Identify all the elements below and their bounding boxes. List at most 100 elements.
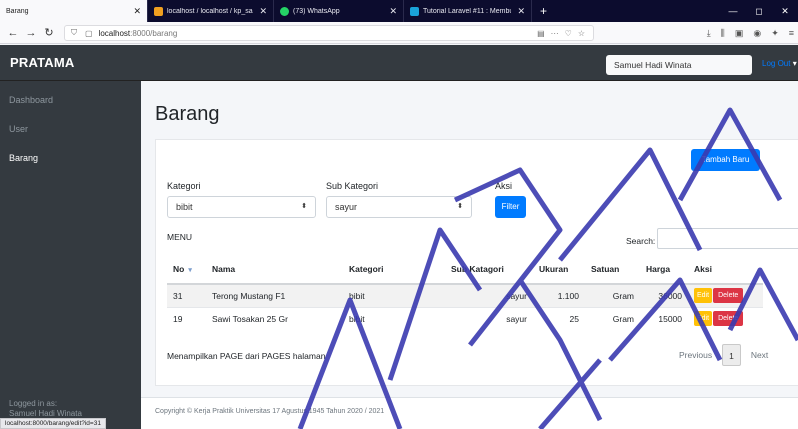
browser-toolbar: ← → ↻ ⌂ ⛉ ▢ localhost:8000/barang ▤ ··· … — [0, 22, 798, 44]
delete-button[interactable]: Delete — [713, 311, 744, 327]
barang-card: Tambah Baru Kategori Sub Kategori Aksi b… — [155, 139, 798, 386]
logged-in-label: Logged in as: — [9, 399, 58, 408]
aksi-label: Aksi — [495, 181, 513, 191]
col-header-no[interactable]: No ▾ — [167, 254, 206, 285]
more-icon[interactable]: ··· — [551, 29, 559, 38]
url-bar[interactable]: ⛉ ▢ localhost:8000/barang ▤ ··· ♡ ☆ — [64, 25, 594, 41]
col-header-kategori[interactable]: Kategori — [343, 254, 445, 285]
close-icon[interactable]: ✕ — [259, 6, 267, 17]
browser-tab-whatsapp[interactable]: (73) WhatsApp ✕ — [274, 0, 404, 22]
maximize-icon[interactable]: ◻ — [746, 0, 772, 22]
select-caret-icon: ⬍ — [301, 203, 307, 210]
pocket-icon[interactable]: ♡ — [565, 29, 572, 38]
status-bar-url: localhost:8000/barang/edit?id=31 — [0, 418, 106, 429]
close-icon[interactable]: ✕ — [389, 6, 397, 17]
table-row: 19 Sawi Tosakan 25 Gr bibit sayur 25 Gra… — [167, 306, 763, 330]
main-content: Barang Tambah Baru Kategori Sub Kategori… — [141, 81, 798, 429]
col-header-label: Sub Katagori — [451, 263, 504, 274]
tutorial-icon — [410, 6, 419, 16]
sidebar-footer: Logged in as: Samuel Hadi Winata — [9, 399, 82, 419]
cell-satuan: Gram — [585, 283, 640, 307]
col-header-label: Aksi — [694, 263, 712, 274]
sub-kategori-value: sayur — [335, 202, 358, 212]
cell-harga: 36000 — [640, 283, 688, 307]
page-1-button[interactable]: 1 — [722, 344, 741, 366]
previous-page-button[interactable]: Previous — [669, 344, 722, 366]
cell-harga: 15000 — [640, 306, 688, 330]
next-page-button[interactable]: Next — [741, 344, 778, 366]
new-tab-button[interactable]: + — [532, 0, 555, 22]
sort-desc-icon: ▾ — [188, 266, 192, 274]
close-window-icon[interactable]: ✕ — [772, 0, 798, 22]
col-header-harga[interactable]: Harga — [640, 254, 688, 285]
close-icon[interactable]: ✕ — [517, 6, 525, 17]
minimize-icon[interactable]: — — [720, 0, 746, 22]
cell-nama: Sawi Tosakan 25 Gr — [206, 306, 343, 330]
edit-button[interactable]: Edit — [694, 288, 713, 304]
col-header-satuan[interactable]: Satuan — [585, 254, 640, 285]
page-icon: ▢ — [85, 28, 93, 38]
sidebar-item-user[interactable]: User — [0, 115, 141, 144]
edit-button[interactable]: Edit — [694, 311, 713, 327]
col-header-sub-katagori[interactable]: Sub Katagori — [445, 254, 533, 285]
barang-table: No ▾ Nama Kategori Sub Katagori Ukuran Sa… — [167, 254, 763, 330]
table-row: 31 Terong Mustang F1 bibit sayur 1.100 G… — [167, 283, 763, 307]
browser-tab-tutorial[interactable]: Tutorial Laravel #11 : Membuat… ✕ — [404, 0, 532, 22]
cell-ukuran: 1.100 — [533, 283, 585, 307]
phpmyadmin-icon — [154, 6, 163, 16]
col-header-label: Satuan — [591, 263, 620, 274]
sidebar-item-dashboard[interactable]: Dashboard — [0, 86, 141, 115]
reload-icon[interactable]: ↻ — [40, 26, 58, 39]
browser-tab-phpmyadmin[interactable]: localhost / localhost / kp_sam… ✕ — [148, 0, 274, 22]
url-host: localhost — [98, 28, 131, 38]
cell-nama: Terong Mustang F1 — [206, 283, 343, 307]
cell-kategori: bibit — [343, 306, 445, 330]
page-title: Barang — [155, 103, 220, 125]
col-header-label: Ukuran — [539, 263, 569, 274]
bookmark-star-icon[interactable]: ☆ — [578, 29, 585, 38]
cell-sub-kategori: sayur — [445, 283, 533, 307]
pagination: Previous 1 Next — [669, 344, 778, 366]
table-info: Menampilkan PAGE dari PAGES halaman — [167, 351, 326, 361]
sub-kategori-select[interactable]: sayur ⬍ — [326, 196, 472, 218]
window-controls: — ◻ ✕ — [720, 0, 798, 22]
cell-kategori: bibit — [343, 283, 445, 307]
cell-satuan: Gram — [585, 306, 640, 330]
back-icon[interactable]: ← — [4, 27, 22, 39]
delete-button[interactable]: Delete — [713, 288, 744, 304]
add-new-button[interactable]: Tambah Baru — [691, 149, 760, 171]
browser-tab-barang[interactable]: Barang ✕ — [0, 0, 148, 22]
sidebar-item-barang[interactable]: Barang — [0, 144, 141, 173]
tab-title: Barang — [6, 7, 29, 15]
col-header-nama[interactable]: Nama — [206, 254, 343, 285]
tab-title: Tutorial Laravel #11 : Membuat… — [423, 7, 512, 15]
search-label: Search: — [626, 236, 656, 246]
app-navbar: PRATAMA Samuel Hadi Winata Log Out ▾ — [0, 45, 798, 81]
logout-link[interactable]: Log Out ▾ — [762, 59, 797, 68]
filter-button[interactable]: Filter — [495, 196, 526, 218]
kategori-value: bibit — [176, 202, 193, 212]
url-path: :8000/barang — [130, 28, 178, 38]
logout-label: Log Out — [762, 59, 791, 68]
download-icon[interactable]: ⤓ — [707, 28, 711, 39]
menu-icon[interactable]: ≡ — [789, 28, 794, 38]
browser-tab-bar: Barang ✕ localhost / localhost / kp_sam…… — [0, 0, 798, 22]
cell-aksi: Edit Delete — [688, 306, 763, 330]
sidebar-toggle-icon[interactable]: ▣ — [735, 28, 744, 39]
forward-icon[interactable]: → — [22, 27, 40, 39]
reader-view-icon[interactable]: ▤ — [537, 29, 545, 38]
col-header-ukuran[interactable]: Ukuran — [533, 254, 585, 285]
table-header-row: No ▾ Nama Kategori Sub Katagori Ukuran Sa… — [167, 254, 763, 285]
shield-icon: ⛉ — [71, 28, 77, 37]
menu-label: MENU — [167, 232, 193, 242]
brand-title[interactable]: PRATAMA — [10, 55, 74, 70]
cell-no: 31 — [167, 283, 206, 307]
search-input[interactable] — [657, 228, 798, 249]
col-header-aksi: Aksi — [688, 254, 763, 285]
cell-ukuran: 25 — [533, 306, 585, 330]
library-icon[interactable]: ⫼ — [721, 28, 725, 39]
kategori-select[interactable]: bibit ⬍ — [167, 196, 316, 218]
close-icon[interactable]: ✕ — [133, 6, 141, 17]
account-icon[interactable]: ◉ — [753, 28, 761, 39]
extension-icon[interactable]: ✦ — [771, 28, 779, 39]
